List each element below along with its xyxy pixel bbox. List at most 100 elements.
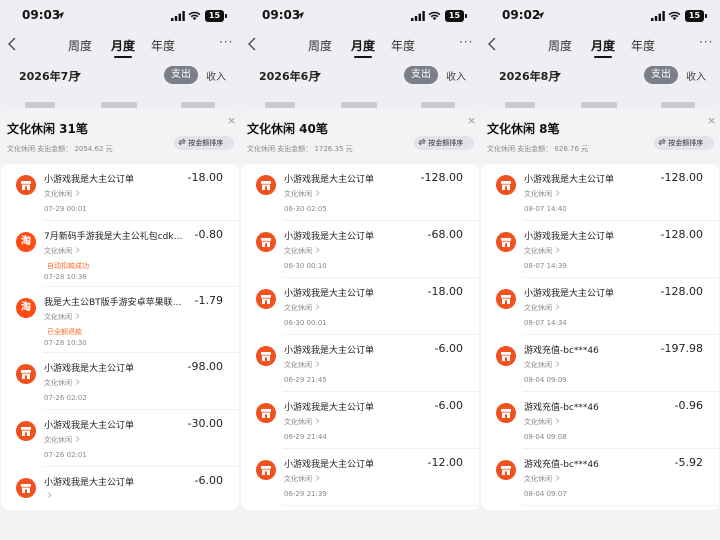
tab-week[interactable]: 周度 — [308, 37, 332, 54]
transaction-category[interactable] — [44, 492, 52, 500]
shop-icon — [16, 478, 36, 498]
transaction-category[interactable]: 文化休闲 — [524, 246, 560, 256]
tab-month[interactable]: 月度 — [111, 37, 135, 58]
transaction-category[interactable]: 文化休闲 — [284, 189, 320, 199]
transaction-category[interactable]: 文化休闲 — [284, 474, 320, 484]
transaction-row[interactable]: 小游戏我是大主公订单 -128.00 文化休闲 08-07 14:34 — [481, 278, 719, 335]
transaction-row[interactable]: 小游戏我是大主公订单 -98.00 文化休闲 07-26 02:02 — [1, 353, 239, 410]
transaction-amount: -128.00 — [660, 171, 703, 184]
transaction-row[interactable]: 小游戏我是大主公订单 -12.00 文化休闲 06-29 21:39 — [241, 449, 479, 506]
shop-icon — [496, 460, 516, 480]
tab-week[interactable]: 周度 — [68, 37, 92, 54]
expense-toggle[interactable]: 支出 — [164, 66, 198, 84]
back-chevron-icon[interactable] — [486, 36, 498, 52]
transaction-row[interactable]: 小游戏我是大主公订单 -30.00 文化休闲 07-26 02:01 — [1, 410, 239, 467]
shop-icon — [16, 364, 36, 384]
category-detail-sheet: × 文化休闲 31笔 文化休闲 支出金额： 2054.62 元 按金额排序 小游… — [0, 108, 240, 540]
transaction-row[interactable]: 淘 7月新码手游我是大主公礼包cdk… -0.80 文化休闲 自动扣款成功 07… — [1, 221, 239, 287]
sort-label: 按金额排序 — [188, 139, 224, 147]
transaction-category[interactable]: 文化休闲 — [44, 378, 80, 388]
transaction-category[interactable]: 文化休闲 — [524, 189, 560, 199]
expense-toggle[interactable]: 支出 — [404, 66, 438, 84]
sort-by-amount-button[interactable]: 按金额排序 — [654, 136, 714, 150]
month-picker[interactable]: 2026年8月 — [499, 68, 559, 84]
expense-toggle[interactable]: 支出 — [644, 66, 678, 84]
transaction-row[interactable]: 游戏充值-bc***46 -197.98 文化休闲 08-04 09:09 — [481, 335, 719, 392]
shop-icon — [256, 346, 276, 366]
transaction-row[interactable]: 小游戏我是大主公订单 -6.00 文化休闲 06-29 21:45 — [241, 335, 479, 392]
chevron-right-icon — [75, 247, 80, 253]
transaction-category[interactable]: 文化休闲 — [524, 303, 560, 313]
chevron-right-icon — [315, 190, 320, 196]
transaction-row[interactable]: 游戏充值-bc***46 -0.96 文化休闲 08-04 09:08 — [481, 392, 719, 449]
status-tag: 已全额退款 — [47, 328, 82, 336]
tab-year[interactable]: 年度 — [151, 37, 175, 54]
close-icon[interactable]: × — [467, 114, 476, 127]
back-chevron-icon[interactable] — [246, 36, 258, 52]
transaction-time: 08-04 09:08 — [524, 433, 567, 441]
sort-by-amount-button[interactable]: 按金额排序 — [414, 136, 474, 150]
transaction-name: 7月新码手游我是大主公礼包cdk… — [44, 232, 183, 242]
month-picker[interactable]: 2026年6月 — [259, 68, 319, 84]
expense-summary: 文化休闲 支出金额： 626.76 元 — [487, 145, 589, 153]
transaction-row[interactable]: 小游戏我是大主公订单 -128.00 文化休闲 08-07 14:40 — [481, 164, 719, 221]
tab-month[interactable]: 月度 — [351, 37, 375, 58]
transaction-category[interactable]: 文化休闲 — [284, 303, 320, 313]
transaction-category[interactable]: 文化休闲 — [44, 246, 80, 256]
sheet-title: 文化休闲 8笔 — [487, 122, 560, 136]
transaction-row[interactable]: 小游戏我是大主公订单 -18.00 文化休闲 07-29 00:01 — [1, 164, 239, 221]
more-icon[interactable]: ··· — [219, 35, 233, 49]
chevron-right-icon — [315, 304, 320, 310]
transaction-category[interactable]: 文化休闲 — [284, 246, 320, 256]
transaction-time: 06-30 02:05 — [284, 205, 327, 213]
transaction-row[interactable]: 小游戏我是大主公订单 -18.00 文化休闲 06-30 00:01 — [241, 278, 479, 335]
status-bar: 09:03 15 — [240, 8, 480, 26]
transaction-category[interactable]: 文化休闲 — [44, 189, 80, 199]
more-icon[interactable]: ··· — [699, 35, 713, 49]
close-icon[interactable]: × — [227, 114, 236, 127]
month-picker[interactable]: 2026年7月 — [19, 68, 79, 84]
transaction-row[interactable]: 淘 我是大主公BT版手游安卓苹果联… -1.79 文化休闲 已全额退款 07-2… — [1, 287, 239, 353]
transaction-name: 小游戏我是大主公订单 — [524, 175, 615, 185]
more-icon[interactable]: ··· — [459, 35, 473, 49]
transaction-name: 小游戏我是大主公订单 — [44, 364, 135, 374]
transaction-row[interactable]: 小游戏我是大主公订单 -6.00 文化休闲 06-29 21:44 — [241, 392, 479, 449]
expense-summary: 文化休闲 支出金额： 2054.62 元 — [7, 145, 113, 153]
income-toggle[interactable]: 收入 — [206, 68, 226, 83]
transaction-amount: -98.00 — [187, 360, 223, 373]
income-toggle[interactable]: 收入 — [446, 68, 466, 83]
transaction-amount: -6.00 — [434, 399, 463, 412]
transaction-category[interactable]: 文化休闲 — [44, 435, 80, 445]
caret-down-icon[interactable] — [75, 73, 81, 77]
sort-by-amount-button[interactable]: 按金额排序 — [174, 136, 234, 150]
transaction-category[interactable]: 文化休闲 — [284, 360, 320, 370]
transaction-category[interactable]: 文化休闲 — [524, 474, 560, 484]
shop-icon — [496, 346, 516, 366]
transaction-row[interactable]: 小游戏我是大主公订单 -128.00 文化休闲 08-07 14:39 — [481, 221, 719, 278]
transaction-name: 小游戏我是大主公订单 — [284, 346, 375, 356]
transaction-category[interactable]: 文化休闲 — [524, 417, 560, 427]
tab-week[interactable]: 周度 — [548, 37, 572, 54]
shop-icon — [496, 175, 516, 195]
transaction-category[interactable]: 文化休闲 — [44, 312, 80, 322]
close-icon[interactable]: × — [707, 114, 716, 127]
chevron-right-icon — [315, 418, 320, 424]
category-label: 文化休闲 — [524, 304, 552, 312]
transaction-category[interactable]: 文化休闲 — [524, 360, 560, 370]
tab-year[interactable]: 年度 — [631, 37, 655, 54]
transaction-row[interactable]: 游戏充值-bc***46 -5.92 文化休闲 08-04 09:07 — [481, 449, 719, 506]
sheet-title: 文化休闲 31笔 — [7, 122, 88, 136]
transaction-amount: -0.96 — [674, 399, 703, 412]
income-toggle[interactable]: 收入 — [686, 68, 706, 83]
transaction-list: 小游戏我是大主公订单 -128.00 文化休闲 06-30 02:05 小游戏我… — [241, 164, 479, 510]
caret-down-icon[interactable] — [555, 73, 561, 77]
caret-down-icon[interactable] — [315, 73, 321, 77]
transaction-row[interactable]: 小游戏我是大主公订单 -128.00 文化休闲 06-30 02:05 — [241, 164, 479, 221]
tab-year[interactable]: 年度 — [391, 37, 415, 54]
transaction-category[interactable]: 文化休闲 — [284, 417, 320, 427]
category-label: 文化休闲 — [284, 418, 312, 426]
tab-month[interactable]: 月度 — [591, 37, 615, 58]
transaction-row[interactable]: 小游戏我是大主公订单 -68.00 文化休闲 06-30 00:10 — [241, 221, 479, 278]
back-chevron-icon[interactable] — [6, 36, 18, 52]
transaction-row[interactable]: 小游戏我是大主公订单 -6.00 — [1, 467, 239, 510]
